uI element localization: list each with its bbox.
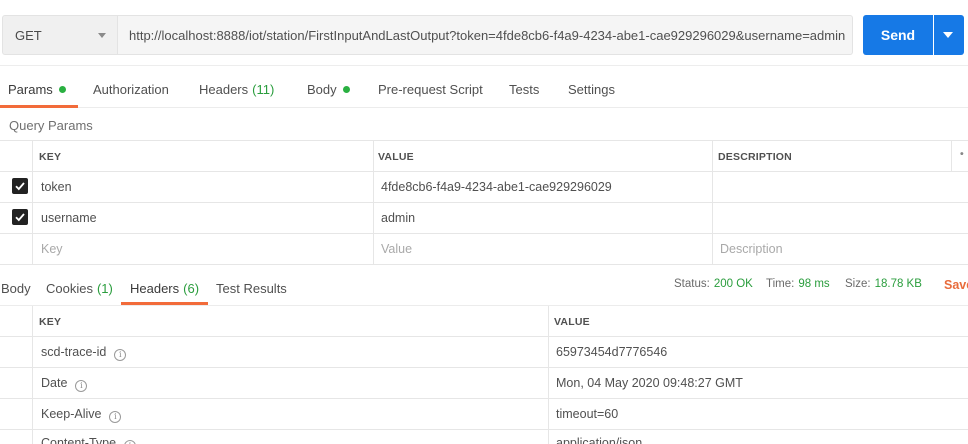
table-divider — [951, 140, 952, 171]
tab-authorization[interactable]: Authorization — [93, 72, 169, 107]
info-icon[interactable]: i — [114, 349, 127, 361]
table-divider — [32, 140, 33, 264]
table-divider — [373, 140, 374, 264]
column-header-key: KEY — [39, 316, 62, 328]
tab-tests[interactable]: Tests — [509, 72, 539, 107]
header-key: Keep-Alive i — [41, 407, 122, 423]
table-divider — [548, 306, 549, 444]
tab-label: Pre-request Script — [378, 82, 483, 97]
tab-response-body[interactable]: Body — [1, 271, 31, 306]
time-value: 98 ms — [798, 278, 830, 290]
header-value: 65973454d7776546 — [556, 345, 668, 359]
status-dot-icon — [58, 86, 66, 93]
header-key-text: scd-trace-id — [41, 345, 107, 359]
url-input[interactable]: http://localhost:8888/iot/station/FirstI… — [118, 15, 853, 55]
tab-label: Tests — [509, 82, 540, 97]
tab-label: Params — [8, 82, 53, 97]
new-description-input[interactable]: Description — [720, 242, 783, 256]
column-header-description: DESCRIPTION — [718, 151, 792, 163]
response-status: Status: 200 OK — [674, 278, 753, 290]
header-value: timeout=60 — [556, 407, 619, 421]
info-icon[interactable]: i — [109, 411, 122, 423]
time-label: Time: — [766, 278, 795, 290]
table-divider — [0, 171, 968, 172]
table-divider — [712, 140, 713, 264]
tab-count: (6) — [183, 281, 200, 296]
section-title: Query Params — [9, 118, 93, 133]
tab-settings[interactable]: Settings — [568, 72, 615, 107]
active-tab-indicator — [0, 105, 78, 108]
send-button[interactable]: Send — [863, 15, 933, 55]
header-key-text: Keep-Alive — [41, 407, 102, 421]
tab-label: Body — [307, 82, 337, 97]
method-value: GET — [15, 27, 42, 43]
param-value[interactable]: admin — [381, 211, 415, 225]
tab-label: Body — [1, 281, 31, 296]
column-header-value: VALUE — [554, 316, 590, 328]
table-divider — [0, 398, 968, 399]
header-key: scd-trace-id i — [41, 345, 127, 361]
tab-cookies[interactable]: Cookies (1) — [46, 271, 113, 306]
param-key[interactable]: token — [41, 180, 72, 194]
active-tab-indicator — [121, 302, 208, 305]
status-value: 200 OK — [713, 278, 753, 290]
table-divider — [0, 140, 968, 141]
tab-pre-request-script[interactable]: Pre-request Script — [378, 72, 483, 107]
tab-label: Cookies — [46, 281, 93, 296]
row-checkbox[interactable] — [12, 209, 28, 225]
header-value: application/json — [556, 436, 643, 444]
header-key: Date i — [41, 376, 88, 392]
new-value-input[interactable]: Value — [381, 242, 412, 256]
send-options-button[interactable] — [934, 15, 964, 55]
tab-params[interactable]: Params — [8, 72, 66, 107]
header-value: Mon, 04 May 2020 09:48:27 GMT — [556, 376, 743, 390]
tab-label: Settings — [568, 82, 615, 97]
tab-count: (11) — [252, 82, 275, 97]
header-key: Content-Type i — [41, 436, 137, 444]
tab-label: Headers — [199, 82, 249, 97]
new-key-input[interactable]: Key — [41, 242, 63, 256]
info-icon[interactable]: i — [75, 380, 88, 392]
tab-test-results[interactable]: Test Results — [216, 271, 287, 306]
size-value: 18.78 KB — [874, 278, 922, 290]
table-divider — [32, 306, 33, 444]
more-options-icon[interactable]: • — [960, 148, 964, 160]
status-dot-icon — [342, 86, 350, 93]
row-checkbox[interactable] — [12, 178, 28, 194]
tab-headers[interactable]: Headers (11) — [199, 72, 274, 107]
tab-body[interactable]: Body — [307, 72, 350, 107]
table-divider — [0, 336, 968, 337]
param-key[interactable]: username — [41, 211, 97, 225]
tab-label: Test Results — [216, 281, 287, 296]
tab-label: Headers — [130, 281, 180, 296]
column-header-value: VALUE — [378, 151, 414, 163]
response-size: Size: 18.78 KB — [845, 278, 922, 290]
size-label: Size: — [845, 278, 871, 290]
tab-count: (1) — [96, 281, 113, 296]
param-value[interactable]: 4fde8cb6-f4a9-4234-abe1-cae929296029 — [381, 180, 612, 194]
save-response-button[interactable]: Save — [944, 278, 968, 292]
table-divider — [0, 233, 968, 234]
request-bar: GET http://localhost:8888/iot/station/Fi… — [0, 0, 968, 66]
tab-label: Authorization — [93, 82, 169, 97]
response-time: Time: 98 ms — [766, 278, 830, 290]
header-key-text: Date — [41, 376, 68, 390]
request-tabs: Params Authorization Headers (11) Body P… — [0, 72, 968, 108]
info-icon[interactable]: i — [124, 440, 137, 444]
chevron-down-icon — [98, 33, 106, 38]
table-divider — [0, 367, 968, 368]
header-key-text: Content-Type — [41, 436, 117, 444]
tab-response-headers[interactable]: Headers (6) — [130, 271, 199, 306]
table-divider — [0, 202, 968, 203]
status-label: Status: — [674, 278, 710, 290]
table-divider — [0, 264, 968, 265]
chevron-down-icon — [943, 32, 953, 38]
column-header-key: KEY — [39, 151, 62, 163]
method-select[interactable]: GET — [2, 15, 118, 55]
table-divider — [0, 429, 968, 430]
